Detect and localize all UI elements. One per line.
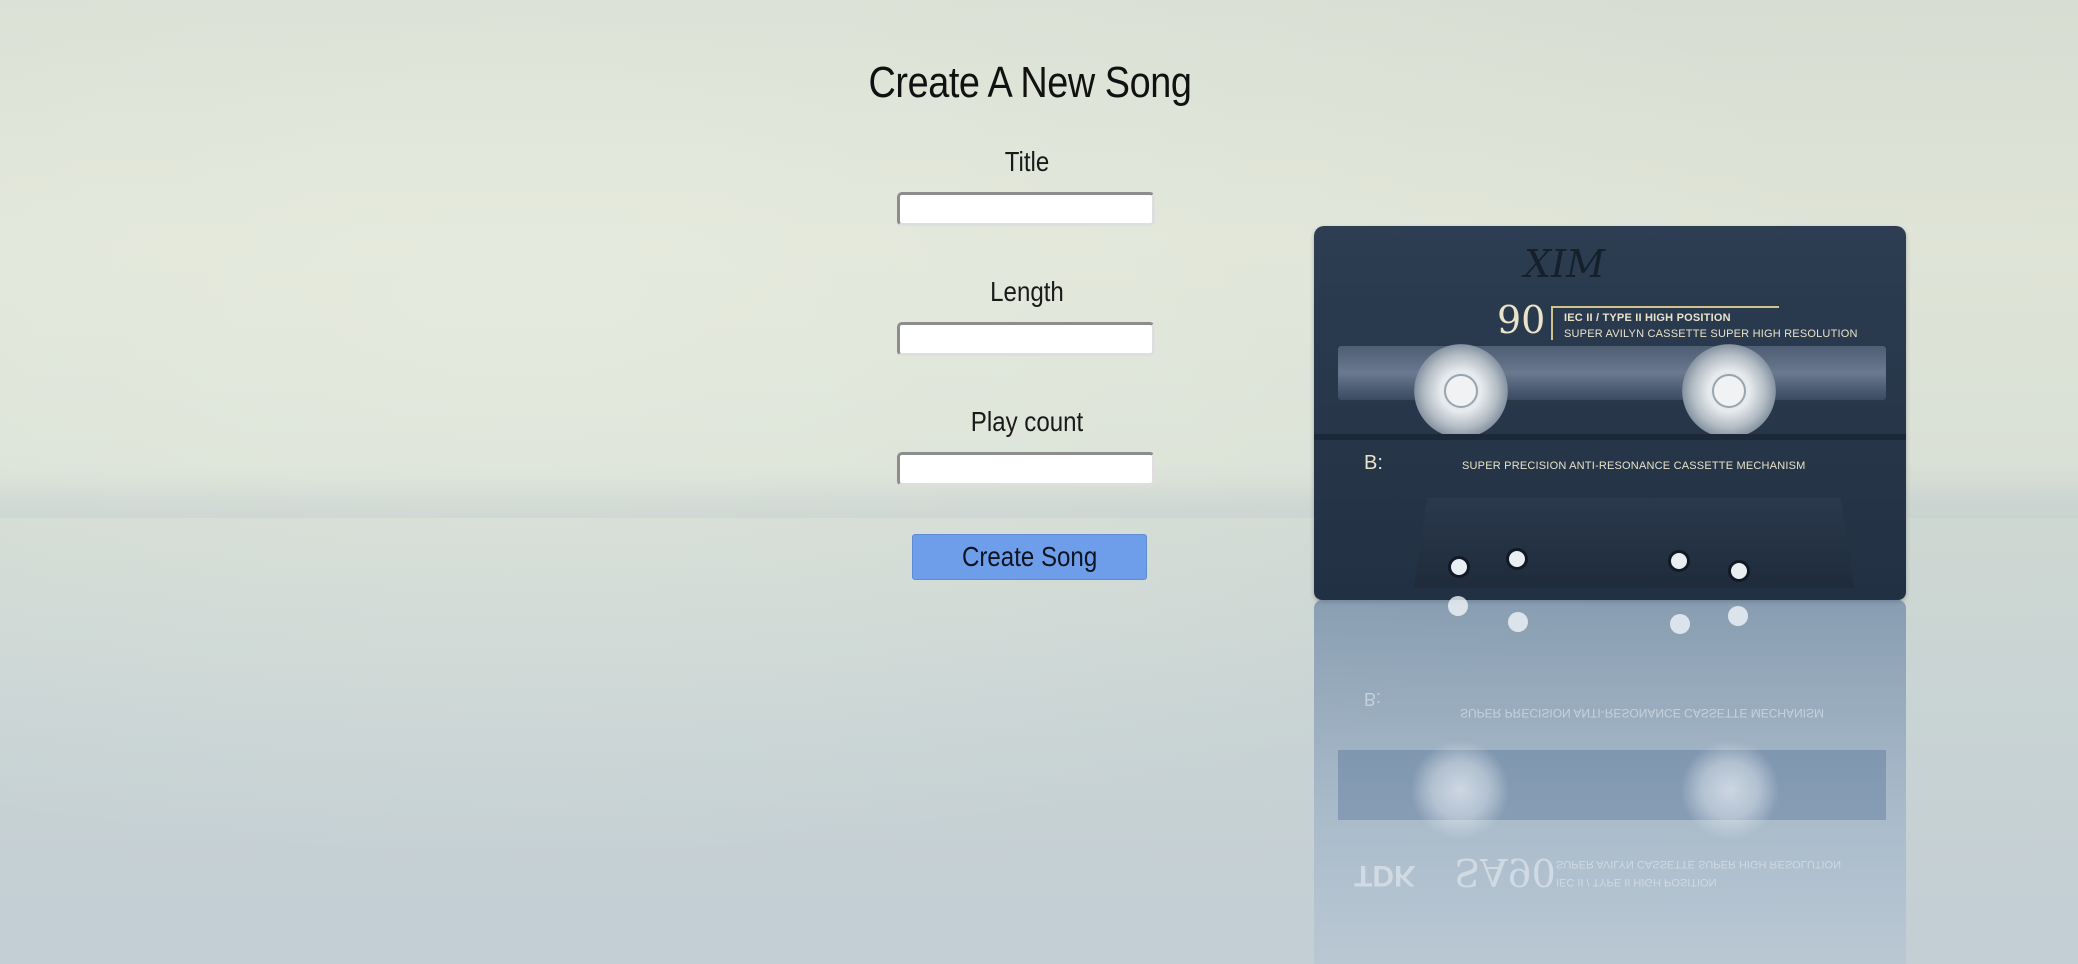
cassette-label-line [1551, 306, 1779, 308]
reflection-hole [1728, 606, 1748, 626]
cassette-sub-text: SUPER AVILYN CASSETTE SUPER HIGH RESOLUT… [1564, 328, 1858, 340]
reflection-hole [1448, 596, 1468, 616]
reflection-side-label: B: [1364, 689, 1382, 709]
cassette-handwriting: XIM [1524, 242, 1605, 286]
create-song-button-label: Create Song [961, 541, 1098, 572]
reflection-sub-text: SUPER AVILYN CASSETTE SUPER HIGH RESOLUT… [1556, 858, 1842, 870]
cassette-mechanism-text: SUPER PRECISION ANTI-RESONANCE CASSETTE … [1462, 460, 1806, 472]
cassette-hole [1668, 550, 1690, 572]
length-input[interactable] [897, 322, 1155, 356]
page-title: Create A New Song [868, 58, 1192, 107]
cassette-hole [1506, 548, 1528, 570]
reflection-right-reel [1680, 740, 1780, 840]
title-label: Title [1004, 146, 1050, 177]
reflection-hole [1508, 612, 1528, 632]
cassette-side-label: B: [1364, 452, 1383, 474]
play-count-input[interactable] [897, 452, 1155, 486]
cassette-type-text: IEC II / TYPE II HIGH POSITION [1564, 312, 1731, 324]
cassette-hole [1728, 560, 1750, 582]
cassette-left-reel [1414, 344, 1508, 438]
cassette-number: 90 [1497, 298, 1546, 342]
cassette-bottom-plate [1414, 498, 1854, 588]
cassette-band [1314, 434, 1906, 440]
reflection-left-reel [1410, 740, 1510, 840]
cassette-hole [1448, 556, 1470, 578]
reflection-brand: TDK [1354, 859, 1416, 892]
cassette-tape-image: XIM 90 IEC II / TYPE II HIGH POSITION SU… [1314, 226, 1906, 600]
reflection-hole [1670, 614, 1690, 634]
cassette-label-line-vertical [1551, 306, 1553, 340]
cassette-right-reel [1682, 344, 1776, 438]
cassette-reflection: B: SUPER PRECISION ANTI-RESONANCE CASSET… [1314, 596, 1906, 964]
cassette-right-hub [1712, 374, 1746, 408]
reflection-mechanism-text: SUPER PRECISION ANTI-RESONANCE CASSETTE … [1460, 706, 1825, 720]
cassette-left-hub [1444, 374, 1478, 408]
reflection-model: SA90 [1454, 850, 1556, 894]
create-song-button[interactable]: Create Song [912, 534, 1147, 580]
reflection-type-text: IEC II / TYPE II HIGH POSITION [1556, 876, 1717, 888]
title-input[interactable] [897, 192, 1155, 226]
